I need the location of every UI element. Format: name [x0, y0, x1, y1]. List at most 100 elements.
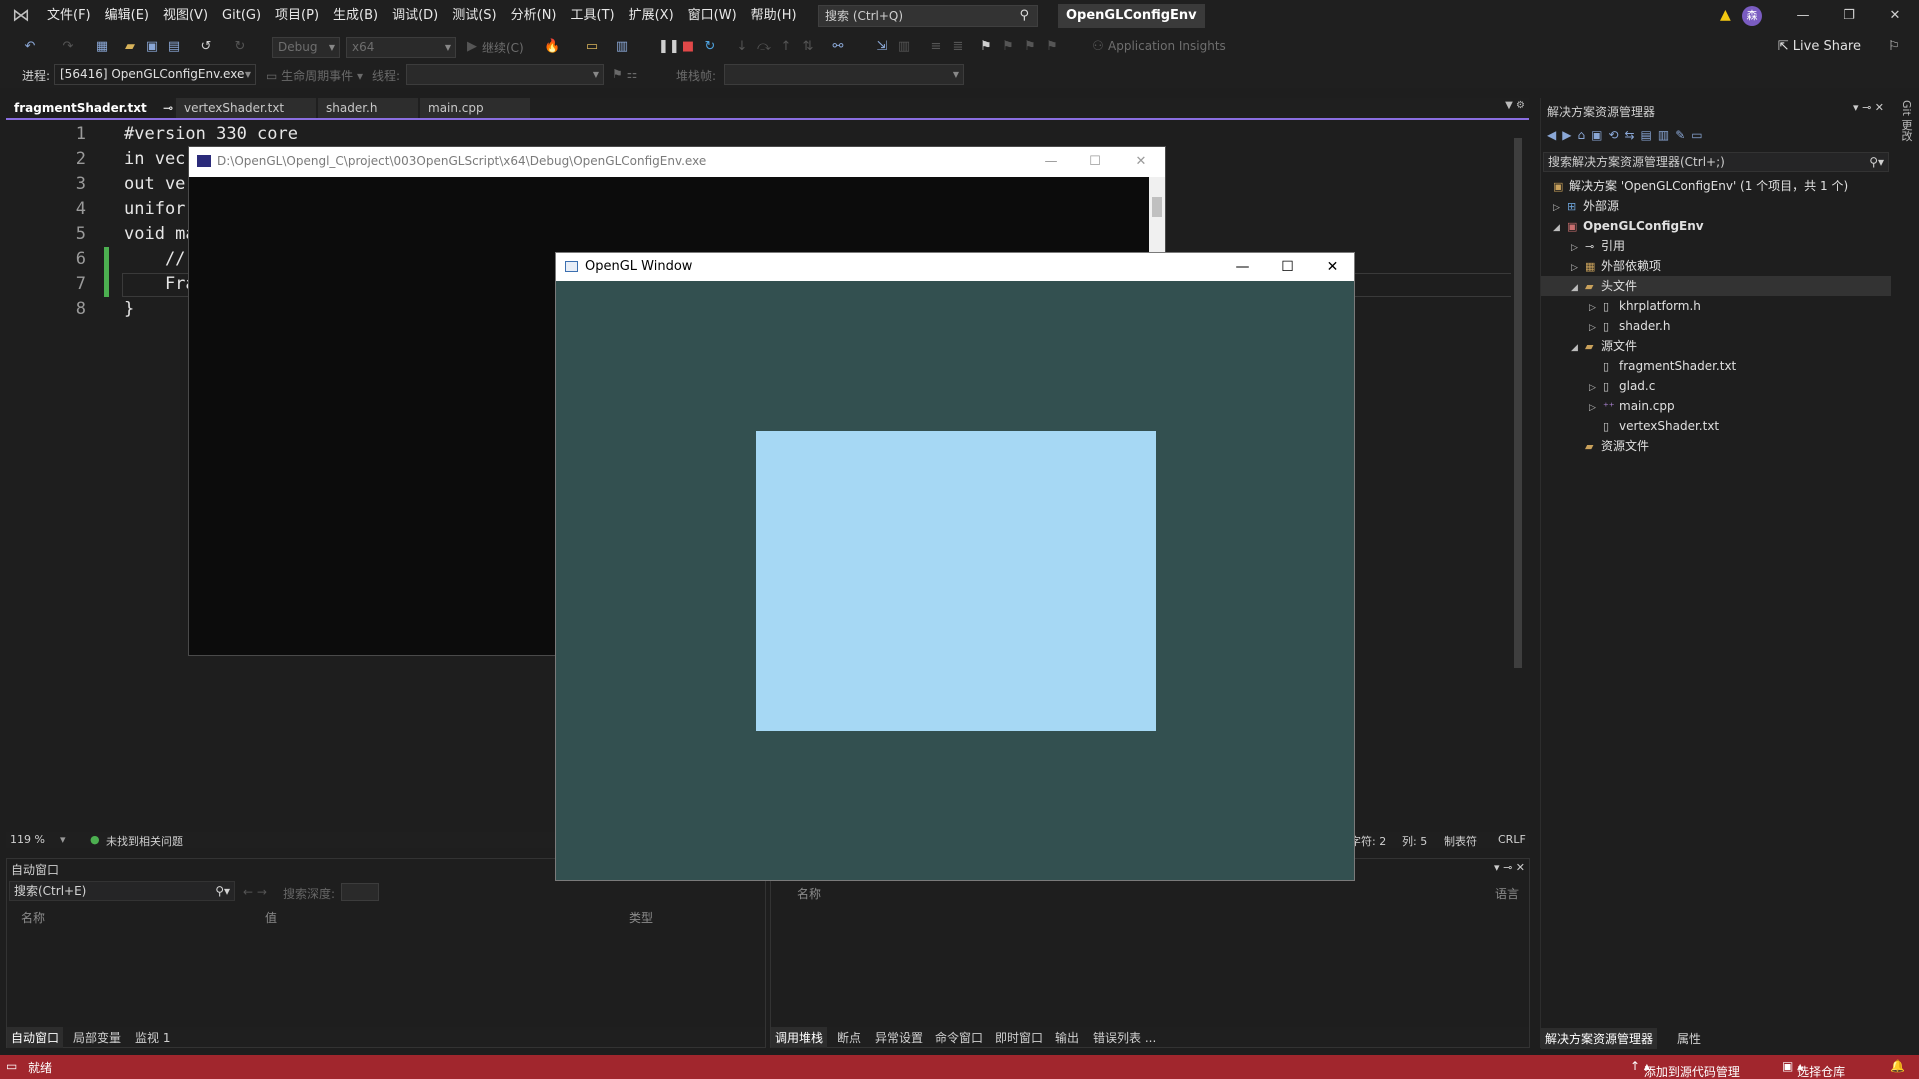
avatar[interactable]: 森: [1742, 6, 1762, 26]
opengl-title-bar[interactable]: OpenGL Window — ☐ ✕: [556, 253, 1354, 281]
collapse-icon[interactable]: ◢: [1553, 218, 1567, 238]
platform-dropdown[interactable]: x64 ▼: [346, 37, 456, 58]
maximize-icon[interactable]: ☐: [1073, 151, 1117, 173]
expand-icon[interactable]: ▷: [1571, 258, 1585, 278]
tab-command-window[interactable]: 命令窗口: [931, 1027, 987, 1048]
collapse-icon[interactable]: ◢: [1571, 338, 1585, 358]
close-icon[interactable]: ✕: [1119, 151, 1163, 173]
bookmark-icon[interactable]: ⚑: [978, 39, 994, 55]
pause-icon[interactable]: ❚❚: [658, 39, 680, 55]
new-item-icon[interactable]: ▦: [94, 39, 110, 55]
tab-error-list[interactable]: 错误列表 ...: [1089, 1027, 1160, 1048]
layout-icon[interactable]: ▥: [614, 39, 630, 55]
close-icon[interactable]: ✕: [1872, 0, 1918, 32]
hot-reload-icon[interactable]: 🔥: [544, 39, 560, 55]
lifecycle-events-button[interactable]: ▭ 生命周期事件 ▾: [266, 67, 363, 84]
minimize-icon[interactable]: —: [1780, 0, 1826, 32]
notification-icon[interactable]: 🔔: [1890, 1059, 1905, 1073]
redo-icon[interactable]: ↻: [232, 39, 248, 55]
zoom-dropdown-icon[interactable]: ▾: [60, 833, 66, 846]
zoom-level[interactable]: 119 %: [10, 833, 45, 846]
live-share-button[interactable]: ⇱ Live Share: [1778, 39, 1861, 54]
menu-extensions[interactable]: 扩展(X): [622, 0, 681, 32]
feedback-icon[interactable]: ⚐: [1886, 39, 1902, 55]
configuration-dropdown[interactable]: Debug ▼: [272, 37, 340, 58]
tree-references[interactable]: ▷ ⊸ 引用: [1571, 236, 1625, 256]
tree-file-vertex-shader[interactable]: ▯ vertexShader.txt: [1603, 416, 1719, 436]
expand-icon[interactable]: ▷: [1553, 198, 1567, 218]
collapse-icon[interactable]: ◢: [1571, 278, 1585, 298]
thread-dropdown[interactable]: ▼: [406, 64, 604, 85]
search-depth-dropdown[interactable]: [341, 883, 379, 901]
open-folder-icon[interactable]: ▰: [122, 39, 138, 55]
pin-icon[interactable]: ⊸: [163, 101, 173, 115]
tree-source-files[interactable]: ◢ ▰ 源文件: [1571, 336, 1637, 356]
tab-main-cpp[interactable]: main.cpp: [420, 98, 530, 118]
indent-mode[interactable]: 制表符: [1444, 833, 1477, 849]
diagnostics-icon[interactable]: ⚯: [830, 39, 846, 55]
minimize-icon[interactable]: —: [1029, 151, 1073, 173]
play-icon[interactable]: ▶: [464, 39, 480, 55]
expand-icon[interactable]: ▷: [1589, 298, 1603, 318]
autos-search-input[interactable]: 搜索(Ctrl+E) ⚲▾: [9, 881, 235, 901]
tab-locals[interactable]: 局部变量: [69, 1027, 125, 1048]
tab-call-stack[interactable]: 调用堆栈: [771, 1027, 828, 1048]
add-source-control-button[interactable]: ↑ 添加到源代码管理 ▴: [1630, 1059, 1740, 1079]
tab-fragment-shader[interactable]: fragmentShader.txt ⊸ ✕: [6, 98, 193, 118]
menu-project[interactable]: 项目(P): [268, 0, 326, 32]
step-into-icon[interactable]: ↓: [734, 39, 750, 55]
expand-icon[interactable]: ▷: [1589, 398, 1603, 418]
tree-file-main-cpp[interactable]: ▷ ⁺⁺ main.cpp: [1589, 396, 1675, 416]
uncomment-icon[interactable]: ≣: [950, 39, 966, 55]
continue-button[interactable]: 继续(C): [482, 39, 524, 56]
global-search-input[interactable]: 搜索 (Ctrl+Q) ⚲: [818, 5, 1038, 27]
console-title-bar[interactable]: D:\OpenGL\Opengl_C\project\003OpenGLScri…: [189, 147, 1165, 177]
application-insights-button[interactable]: Application Insights: [1108, 39, 1226, 53]
scrollbar-thumb[interactable]: [1152, 197, 1162, 217]
column-name[interactable]: 名称: [797, 885, 821, 902]
panel-controls-icon[interactable]: ▾ ⊸ ✕: [1494, 861, 1525, 874]
restore-icon[interactable]: ❐: [1826, 0, 1872, 32]
comment-icon[interactable]: ≡: [928, 39, 944, 55]
tree-header-files[interactable]: ◢ ▰ 头文件: [1541, 276, 1891, 296]
bookmark-clear-icon[interactable]: ⚑: [1044, 39, 1060, 55]
menu-tools[interactable]: 工具(T): [564, 0, 622, 32]
minimize-icon[interactable]: —: [1220, 253, 1265, 281]
editor-scrollbar[interactable]: [1511, 120, 1525, 832]
maximize-icon[interactable]: ☐: [1265, 253, 1310, 281]
tab-immediate-window[interactable]: 即时窗口: [991, 1027, 1047, 1048]
browse-icon[interactable]: ▭: [584, 39, 600, 55]
tab-properties[interactable]: 属性: [1673, 1028, 1705, 1049]
back-icon[interactable]: ↶: [22, 39, 38, 55]
tab-overflow-icon[interactable]: ▼ ⚙: [1505, 100, 1525, 111]
close-icon[interactable]: ✕: [1310, 253, 1355, 281]
bookmark-prev-icon[interactable]: ⚑: [1000, 39, 1016, 55]
thread-icon[interactable]: ⇲: [874, 39, 890, 55]
menu-view[interactable]: 视图(V): [156, 0, 215, 32]
column-value[interactable]: 值: [265, 909, 277, 926]
parallel-icon[interactable]: ▥: [896, 39, 912, 55]
tree-file-khrplatform[interactable]: ▷ ▯ khrplatform.h: [1589, 296, 1701, 316]
column-type[interactable]: 类型: [629, 909, 653, 926]
menu-analyze[interactable]: 分析(N): [504, 0, 564, 32]
column-language[interactable]: 语言: [1495, 885, 1519, 902]
panel-controls-icon[interactable]: ▾ ⊸ ✕: [1853, 101, 1884, 114]
tree-external-sources[interactable]: ▷ ⊞ 外部源: [1553, 196, 1619, 216]
tree-resource-files[interactable]: ▰ 资源文件: [1585, 436, 1649, 456]
issues-status[interactable]: 未找到相关问题: [106, 833, 183, 849]
menu-git[interactable]: Git(G): [215, 0, 268, 32]
tab-shader-h[interactable]: shader.h: [318, 98, 418, 118]
tab-vertex-shader[interactable]: vertexShader.txt: [176, 98, 316, 118]
tree-solution[interactable]: ▣ 解决方案 'OpenGLConfigEnv' (1 个项目，共 1 个): [1553, 176, 1848, 196]
menu-edit[interactable]: 编辑(E): [98, 0, 156, 32]
stackframe-dropdown[interactable]: ▼: [724, 64, 964, 85]
process-dropdown[interactable]: [56416] OpenGLConfigEnv.exe ▼: [54, 64, 256, 85]
step-back-icon[interactable]: ⇅: [800, 39, 816, 55]
step-over-icon[interactable]: ⤼: [756, 39, 772, 55]
opengl-window[interactable]: OpenGL Window — ☐ ✕: [555, 252, 1355, 881]
menu-window[interactable]: 窗口(W): [681, 0, 744, 32]
restart-icon[interactable]: ↻: [702, 39, 718, 55]
menu-build[interactable]: 生成(B): [326, 0, 385, 32]
menu-help[interactable]: 帮助(H): [744, 0, 804, 32]
menu-file[interactable]: 文件(F): [40, 0, 98, 32]
